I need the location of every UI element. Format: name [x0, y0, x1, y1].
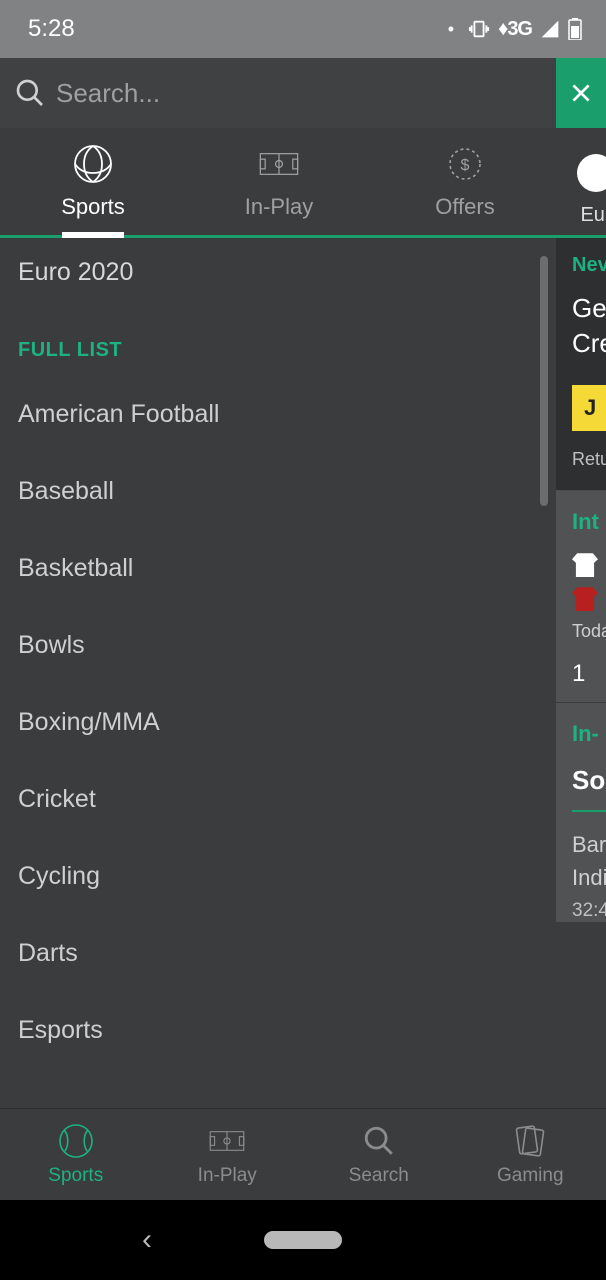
match-card[interactable]: Int Toda 1 [556, 491, 606, 703]
back-icon[interactable]: ‹ [142, 1223, 152, 1257]
promo-new-badge: Nev [572, 254, 606, 277]
tab-extra[interactable]: Eur [566, 144, 606, 235]
svg-text:$: $ [461, 157, 470, 174]
sport-basketball[interactable]: Basketball [0, 532, 556, 609]
nav-inplay-label: In-Play [198, 1165, 257, 1187]
section-full-list: FULL LIST [0, 327, 556, 378]
nav-search[interactable]: Search [303, 1109, 455, 1200]
sports-list-panel[interactable]: Euro 2020 FULL LIST American Football Ba… [0, 238, 556, 1108]
sport-boxing-mma[interactable]: Boxing/MMA [0, 686, 556, 763]
sport-american-football[interactable]: American Football [0, 378, 556, 455]
nav-gaming[interactable]: Gaming [455, 1109, 606, 1200]
tab-extra-label: Eur [580, 204, 606, 226]
status-icons: • ♦3G [448, 18, 582, 41]
volleyball-icon [73, 144, 113, 184]
search-icon [361, 1123, 397, 1159]
flag-icon [577, 154, 606, 192]
nav-inplay[interactable]: In-Play [152, 1109, 304, 1200]
close-icon [568, 80, 594, 106]
inplay-team2: Indi [572, 861, 606, 894]
inplay-sport: So [572, 765, 606, 812]
signal-icon [540, 19, 560, 39]
top-tabs: Sports In-Play $ Offers Eur [0, 128, 606, 238]
inplay-clock: 32:4 [572, 900, 606, 922]
sport-cricket[interactable]: Cricket [0, 763, 556, 840]
right-peek-panel[interactable]: Nev GeCre J Retu Int Toda 1 In- So Bar I… [556, 238, 606, 1108]
search-placeholder: Search... [56, 78, 160, 109]
nav-sports-label: Sports [48, 1165, 103, 1187]
featured-euro2020[interactable]: Euro 2020 [0, 238, 556, 327]
tennis-ball-icon [58, 1123, 94, 1159]
sport-esports[interactable]: Esports [0, 994, 556, 1071]
close-button[interactable] [556, 58, 606, 128]
promo-card[interactable]: Nev GeCre J Retu [556, 238, 606, 491]
search-bar[interactable]: Search... [0, 58, 606, 128]
tab-sports-label: Sports [61, 194, 125, 220]
status-bar: 5:28 • ♦3G [0, 0, 606, 58]
bottom-nav: Sports In-Play Search Gaming [0, 1108, 606, 1200]
network-label: ♦3G [498, 18, 532, 41]
nav-gaming-label: Gaming [497, 1165, 564, 1187]
system-nav: ‹ [0, 1200, 606, 1280]
tab-inplay[interactable]: In-Play [186, 128, 372, 235]
home-pill[interactable] [264, 1231, 342, 1249]
dot-icon: • [448, 19, 454, 40]
sport-cycling[interactable]: Cycling [0, 840, 556, 917]
sport-bowls[interactable]: Bowls [0, 609, 556, 686]
pitch-icon [209, 1123, 245, 1159]
nav-search-label: Search [349, 1165, 409, 1187]
promo-returns: Retu [572, 449, 606, 470]
sport-baseball[interactable]: Baseball [0, 455, 556, 532]
search-icon [14, 77, 46, 109]
promo-text: GeCre [572, 291, 606, 361]
offers-icon: $ [445, 144, 485, 184]
match-number: 1 [572, 660, 606, 688]
scrollbar[interactable] [540, 256, 548, 506]
battery-icon [568, 18, 582, 40]
jersey-red-icon [572, 587, 598, 611]
jersey-white-icon [572, 553, 598, 577]
inplay-card[interactable]: In- So Bar Indi 32:4 [556, 703, 606, 922]
join-button[interactable]: J [572, 385, 606, 431]
sport-darts[interactable]: Darts [0, 917, 556, 994]
match-league: Int [572, 509, 606, 535]
inplay-heading: In- [572, 721, 606, 747]
nav-sports[interactable]: Sports [0, 1109, 152, 1200]
tab-sports[interactable]: Sports [0, 128, 186, 235]
pitch-icon [259, 144, 299, 184]
match-time: Toda [572, 621, 606, 642]
inplay-team1: Bar [572, 828, 606, 861]
cards-icon [512, 1123, 548, 1159]
status-time: 5:28 [28, 15, 75, 43]
tab-inplay-label: In-Play [245, 194, 313, 220]
tab-offers-label: Offers [435, 194, 495, 220]
vibrate-icon [468, 18, 490, 40]
tab-offers[interactable]: $ Offers [372, 128, 558, 235]
